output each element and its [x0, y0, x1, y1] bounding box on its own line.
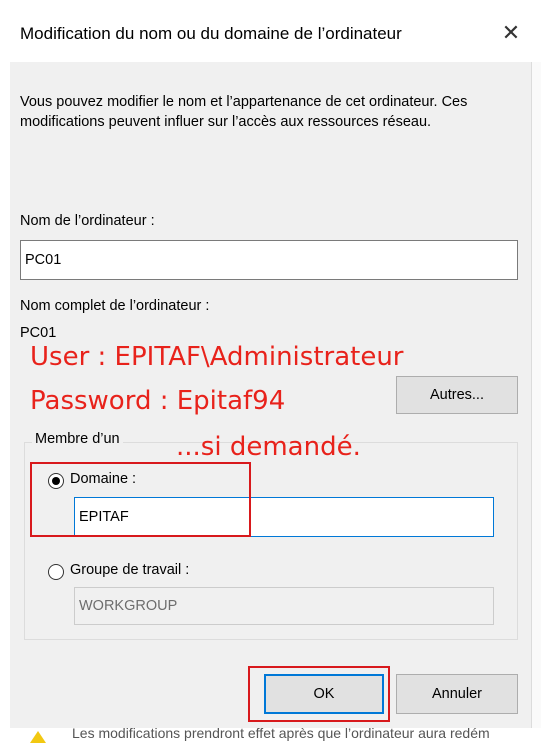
more-button[interactable]: Autres... — [396, 376, 518, 414]
workgroup-input: WORKGROUP — [74, 587, 494, 625]
title-bar: Modification du nom ou du domaine de l’o… — [0, 0, 541, 62]
computer-name-input[interactable]: PC01 — [20, 240, 518, 280]
full-name-value: PC01 — [20, 325, 57, 341]
annotation-password: Password : Epitaf94 — [30, 386, 286, 416]
workgroup-label[interactable]: Groupe de travail : — [70, 562, 189, 578]
workgroup-radio[interactable] — [48, 564, 64, 580]
domain-highlight-box — [30, 462, 251, 537]
annotation-if-asked: ...si demandé. — [176, 432, 361, 462]
window-title: Modification du nom ou du domaine de l’o… — [20, 24, 402, 43]
full-name-label: Nom complet de l’ordinateur : — [20, 298, 210, 314]
annotation-user: User : EPITAF\Administrateur — [30, 342, 404, 372]
cancel-button[interactable]: Annuler — [396, 674, 518, 714]
ok-highlight-box — [248, 666, 390, 722]
member-of-legend: Membre d’un — [32, 431, 123, 447]
description-text: Vous pouvez modifier le nom et l’apparte… — [20, 94, 468, 130]
computer-name-value: PC01 — [25, 252, 62, 268]
warning-icon — [30, 731, 46, 743]
computer-name-label: Nom de l’ordinateur : — [20, 213, 155, 229]
background-window-edge — [531, 62, 541, 741]
close-icon[interactable]: ✕ — [496, 18, 526, 48]
background-restart-text: Les modifications prendront effet après … — [72, 728, 490, 741]
window-left-edge — [0, 62, 10, 741]
workgroup-value: WORKGROUP — [79, 598, 178, 614]
